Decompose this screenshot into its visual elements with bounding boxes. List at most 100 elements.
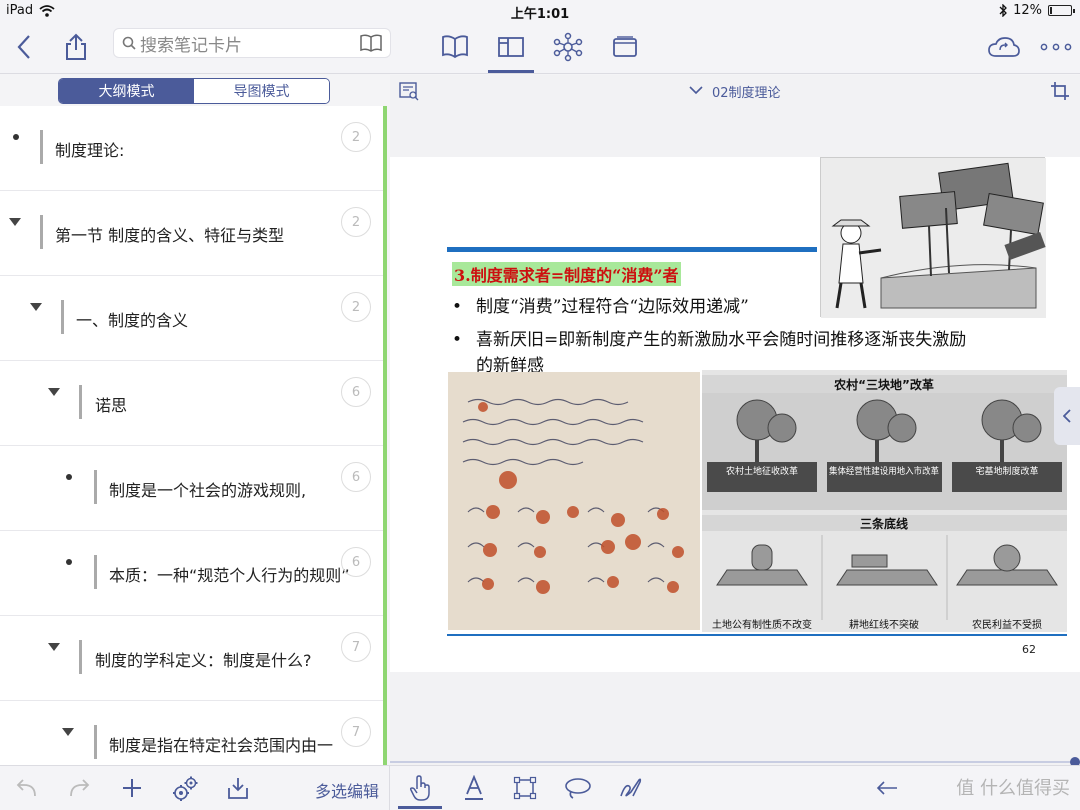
row-indent-bar: [79, 640, 82, 674]
settings-button[interactable]: [169, 774, 201, 804]
slide-bullet: • 制度“消费”过程符合“边际效用递减”: [452, 297, 749, 317]
slide-heading: 3.制度需求者=制度的“消费”者: [452, 262, 681, 286]
multi-select-edit-button[interactable]: 多选编辑: [315, 778, 379, 802]
outline-row-text: 制度是指在特定社会范围内由一: [109, 736, 334, 755]
document-outline-button[interactable]: [398, 80, 420, 102]
search-input[interactable]: 搜索笔记卡片: [113, 28, 391, 58]
document-search-icon: [399, 82, 419, 101]
outline-row[interactable]: 本质：一种“规范个人行为的规则” 6: [0, 531, 383, 616]
tab-reader[interactable]: [438, 32, 472, 62]
more-button[interactable]: [1038, 34, 1074, 60]
book-icon[interactable]: [360, 34, 382, 52]
outline-row[interactable]: 制度是指在特定社会范围内由一 7: [0, 701, 383, 766]
bullet-icon: [13, 134, 19, 140]
outline-row-text: 第一节 制度的含义、特征与类型: [55, 226, 285, 245]
outline-list: 制度理论: 2 第一节 制度的含义、特征与类型 2 一、制度的含义 2 诺思 6…: [0, 106, 383, 766]
land-transfer-cartoon: [820, 157, 1046, 318]
bottom-line-public-ownership: 土地公有制性质不改变: [712, 618, 812, 631]
crop-button[interactable]: [1048, 79, 1072, 103]
previous-page-button[interactable]: [872, 774, 902, 802]
mindmap-icon: [553, 32, 583, 62]
chevron-down-icon[interactable]: [688, 83, 704, 97]
card-count-badge: 2: [341, 122, 371, 152]
outline-row-text: 一、制度的含义: [76, 311, 189, 330]
outline-row[interactable]: 一、制度的含义 2: [0, 276, 383, 361]
row-indent-bar: [40, 130, 43, 164]
cards-icon: [613, 36, 637, 57]
outline-row[interactable]: 诺思 6: [0, 361, 383, 446]
reform-collective-construction-land: 集体经营性建设用地入市改革: [829, 465, 939, 477]
active-tool-indicator: [398, 806, 442, 809]
collapse-triangle-icon[interactable]: [30, 303, 42, 311]
tab-cards[interactable]: [608, 32, 642, 62]
text-highlight-button[interactable]: [460, 774, 488, 802]
battery-icon: [1048, 5, 1075, 16]
panel-resize-divider[interactable]: [383, 106, 387, 766]
row-indent-bar: [61, 300, 64, 334]
collapse-triangle-icon[interactable]: [62, 728, 74, 736]
mindmap-mode-tab[interactable]: 导图模式: [194, 79, 329, 103]
tab-split-view[interactable]: [494, 32, 528, 62]
tab-mindmap[interactable]: [551, 30, 585, 64]
redo-button[interactable]: [64, 774, 94, 802]
outline-row[interactable]: 制度是一个社会的游戏规则, 6: [0, 446, 383, 531]
collapse-triangle-icon[interactable]: [9, 218, 21, 226]
status-time: 上午1:01: [510, 7, 570, 22]
share-button[interactable]: [60, 30, 92, 64]
lasso-icon: [565, 778, 591, 799]
plus-icon: [123, 779, 141, 797]
row-indent-bar: [40, 215, 43, 249]
open-book-icon: [442, 35, 468, 59]
text-highlight-icon: [465, 775, 483, 800]
diagram-title: 农村“三块地”改革: [833, 377, 934, 392]
battery-level: [1050, 7, 1052, 14]
chevron-left-icon: [17, 35, 30, 59]
rectangle-select-button[interactable]: [511, 774, 539, 802]
row-indent-bar: [94, 725, 97, 759]
bottom-line-farmland-redline: 耕地红线不突破: [849, 618, 919, 631]
add-button[interactable]: [118, 774, 146, 802]
bottom-line-farmer-interests: 农民利益不受损: [972, 618, 1042, 631]
chevron-left-icon: [1063, 409, 1071, 423]
share-icon: [66, 33, 86, 60]
outline-row-text: 诺思: [95, 396, 128, 415]
card-count-badge: 6: [341, 462, 371, 492]
undo-button[interactable]: [12, 774, 42, 802]
slide-bottom-rule: [447, 634, 1067, 636]
rectangle-select-icon: [513, 776, 537, 800]
mode-switch: 大纲模式 导图模式: [58, 78, 330, 104]
reform-homestead: 宅基地制度改革: [975, 465, 1038, 477]
freehand-draw-button[interactable]: [617, 774, 645, 802]
collapse-triangle-icon[interactable]: [48, 643, 60, 651]
lasso-button[interactable]: [562, 774, 594, 802]
more-icon: [1040, 43, 1072, 51]
cloud-sync-button[interactable]: [986, 32, 1022, 62]
gears-icon: [173, 776, 198, 801]
outline-row[interactable]: 第一节 制度的含义、特征与类型 2: [0, 191, 383, 276]
document-title[interactable]: 02制度理论: [712, 82, 781, 101]
bluetooth-icon: [999, 4, 1008, 17]
card-count-badge: 2: [341, 292, 371, 322]
outline-mode-tab[interactable]: 大纲模式: [59, 79, 194, 103]
search-placeholder: 搜索笔记卡片: [140, 35, 242, 56]
card-count-badge: 7: [341, 632, 371, 662]
document-progress-bar[interactable]: [390, 757, 1080, 767]
back-button[interactable]: [10, 32, 38, 62]
collapse-triangle-icon[interactable]: [48, 388, 60, 396]
card-count-badge: 6: [341, 547, 371, 577]
outline-row[interactable]: 制度理论: 2: [0, 106, 383, 191]
outline-row[interactable]: 制度的学科定义：制度是什么? 7: [0, 616, 383, 701]
hand-pointer-icon: [409, 775, 430, 801]
three-lands-reform-diagram: 农村“三块地”改革 农村土地征收改革 集体经营性建设用地入市改革 宅基地制度改革…: [702, 370, 1067, 632]
crop-icon: [1051, 82, 1069, 100]
side-panel-toggle[interactable]: [1054, 387, 1080, 445]
import-button[interactable]: [223, 774, 253, 802]
hand-tool-button[interactable]: [406, 774, 434, 802]
undo-icon: [16, 779, 36, 797]
document-panel: 02制度理论 3.制度需求者=制度的“消费”者 • 制度“消费”过程符合“边际效…: [390, 75, 1080, 767]
bottom-toolbar: 多选编辑 值 什么值得买: [0, 765, 1080, 810]
arrow-left-icon: [876, 781, 897, 795]
scribble-icon: [620, 778, 642, 797]
card-count-badge: 6: [341, 377, 371, 407]
document-page[interactable]: 3.制度需求者=制度的“消费”者 • 制度“消费”过程符合“边际效用递减” • 喜新…: [390, 157, 1080, 672]
